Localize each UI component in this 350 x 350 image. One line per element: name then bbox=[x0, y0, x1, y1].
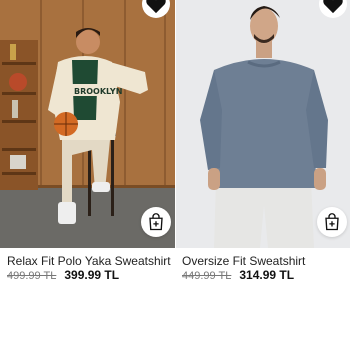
svg-text:BROOKLYN: BROOKLYN bbox=[74, 87, 122, 96]
product-grid: BROOKLYN Relax Fit Polo Yaka Sweatshirt … bbox=[0, 0, 350, 290]
old-price: 499.99 TL bbox=[7, 270, 57, 282]
current-price: 314.99 TL bbox=[239, 268, 295, 282]
price-row: 449.99 TL 314.99 TL bbox=[182, 268, 294, 282]
shopping-bag-add-icon bbox=[325, 213, 339, 231]
current-price: 399.99 TL bbox=[64, 268, 120, 282]
old-price: 449.99 TL bbox=[182, 270, 232, 282]
product-title[interactable]: Oversize Fit Sweatshirt bbox=[182, 254, 305, 268]
product-card[interactable]: Oversize Fit Sweatshirt 449.99 TL 314.99… bbox=[176, 0, 350, 290]
product-card[interactable]: BROOKLYN Relax Fit Polo Yaka Sweatshirt … bbox=[0, 0, 175, 290]
price-row: 499.99 TL 399.99 TL bbox=[7, 268, 119, 282]
heart-icon bbox=[146, 0, 166, 14]
product-title[interactable]: Relax Fit Polo Yaka Sweatshirt bbox=[7, 254, 171, 268]
add-to-cart-button[interactable] bbox=[141, 207, 171, 237]
add-to-cart-button[interactable] bbox=[317, 207, 347, 237]
shopping-bag-add-icon bbox=[149, 213, 163, 231]
heart-icon bbox=[323, 0, 343, 14]
